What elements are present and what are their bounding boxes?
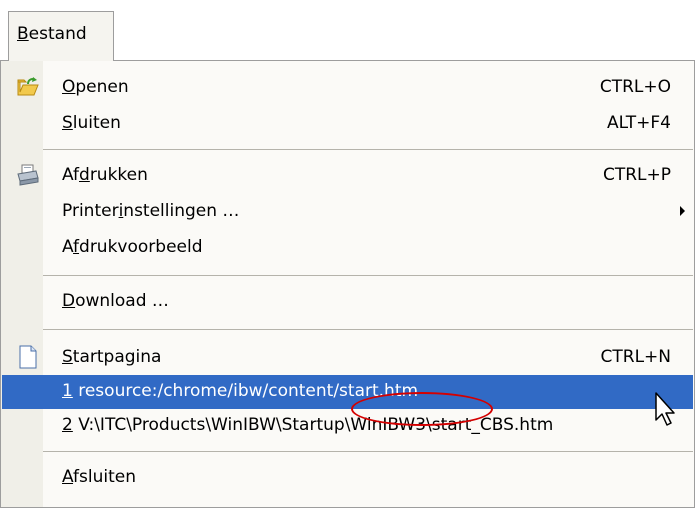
menu-separator: [43, 275, 693, 276]
menu-item-afdrukvoorbeeld-label: drukvoorbeeld: [79, 237, 203, 257]
menu-item-afsluiten[interactable]: Afsluiten: [2, 461, 693, 495]
menu-item-printerinstellingen[interactable]: Printerinstellingen …: [2, 195, 693, 229]
menu-item-download[interactable]: Download …: [2, 285, 693, 319]
shortcut-afdrukken: CTRL+P: [602, 165, 671, 185]
shortcut-startpagina: CTRL+N: [600, 347, 672, 367]
submenu-arrow-icon: [680, 206, 685, 216]
menu-item-openen-label: penen: [75, 77, 129, 97]
menu-item-recent-1[interactable]: 1 resource:/chrome/ibw/content/start.htm: [2, 375, 693, 409]
bestand-dropdown-menu: Openen CTRL+O Sluiten ALT+F4 Afdrukken C…: [0, 60, 695, 508]
mouse-cursor-icon: [655, 392, 675, 426]
menu-item-startpagina-label: tartpagina: [72, 347, 162, 367]
menu-item-recent-2-label: V:\ITC\Products\WinIBW\Startup\WinIBW3\s…: [72, 415, 554, 435]
menu-item-sluiten-label: luiten: [72, 113, 121, 133]
menu-item-afsluiten-label: fsluiten: [73, 467, 136, 487]
shortcut-openen: CTRL+O: [599, 77, 671, 97]
menu-separator: [43, 149, 693, 150]
menu-separator: [43, 451, 693, 452]
menu-bestand-label: estand: [28, 24, 87, 44]
menu-item-afdrukvoorbeeld[interactable]: Afdrukvoorbeeld: [2, 231, 693, 265]
menu-item-sluiten[interactable]: Sluiten ALT+F4: [2, 107, 693, 141]
menu-bestand[interactable]: Bestand: [8, 11, 114, 61]
menu-item-openen[interactable]: Openen CTRL+O: [2, 71, 693, 105]
menu-item-recent-1-label: resource:/chrome/ibw/content/start.htm: [72, 381, 419, 401]
menu-item-recent-2[interactable]: 2 V:\ITC\Products\WinIBW\Startup\WinIBW3…: [2, 409, 693, 443]
menu-separator: [43, 329, 693, 330]
open-folder-icon: [17, 77, 39, 96]
menu-item-afdrukken-label: rukken: [89, 165, 148, 185]
menu-item-printerinstellingen-label: nstellingen …: [123, 201, 240, 221]
menu-item-afdrukken[interactable]: Afdrukken CTRL+P: [2, 159, 693, 193]
menu-bestand-accel: B: [17, 24, 29, 44]
menu-bar: Bestand: [0, 0, 695, 61]
page-icon: [19, 345, 37, 369]
printer-icon: [17, 164, 39, 186]
menu-item-download-label: ownload …: [75, 291, 169, 311]
menu-item-startpagina[interactable]: Startpagina CTRL+N: [2, 341, 693, 375]
shortcut-sluiten: ALT+F4: [607, 113, 671, 133]
